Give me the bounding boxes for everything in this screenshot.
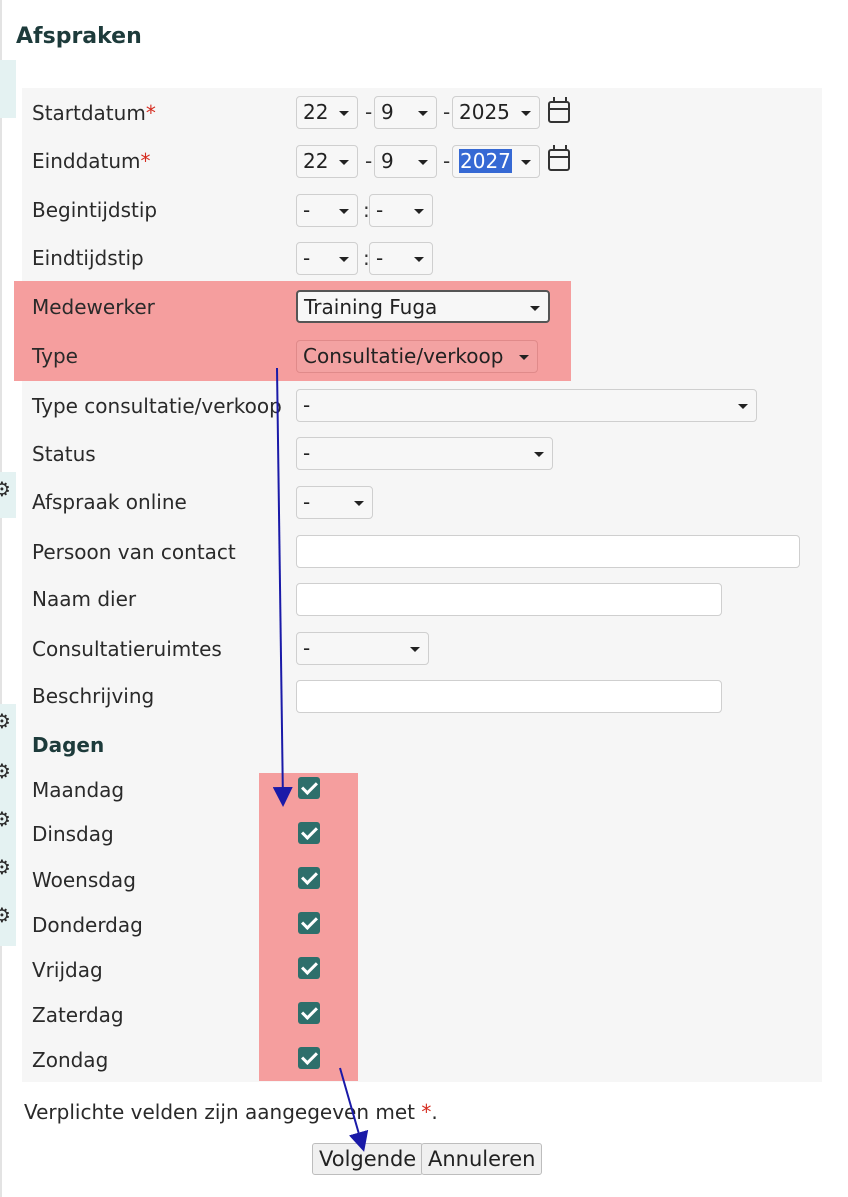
annotation-arrow xyxy=(272,367,293,807)
annotation-arrows xyxy=(272,367,369,1152)
annotation-arrow xyxy=(339,1067,369,1152)
